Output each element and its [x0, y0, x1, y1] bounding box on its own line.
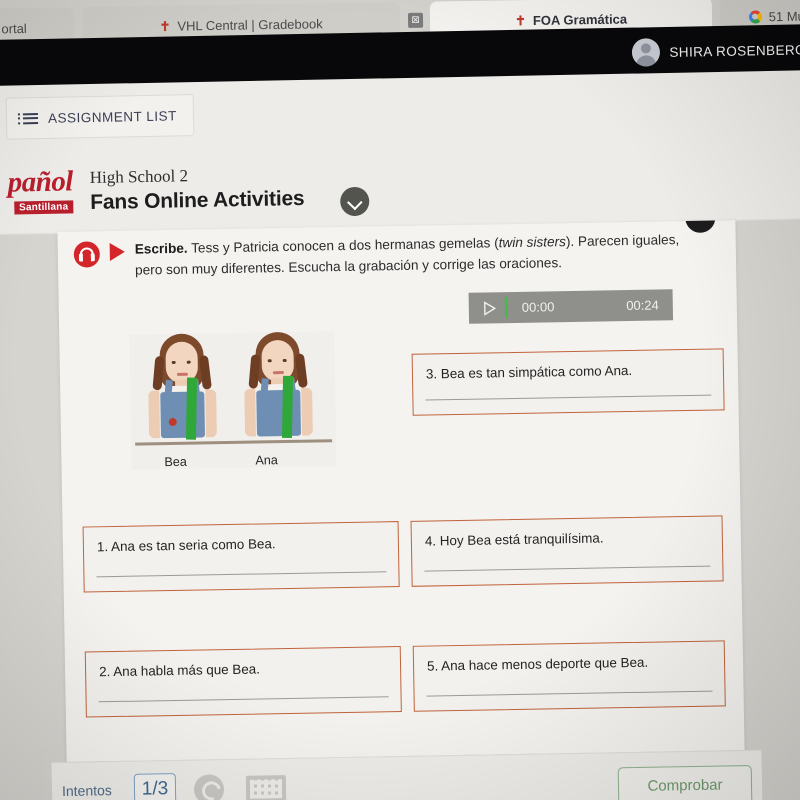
brand-publisher-label: Santillana	[13, 199, 74, 215]
answer-question-3: 3. Bea es tan simpática como Ana.	[425, 362, 633, 382]
play-triangle-icon[interactable]	[109, 242, 125, 262]
answer-box-5[interactable]: 5. Ana hace menos deporte que Bea.	[412, 640, 726, 712]
answer-box-2[interactable]: 2. Ana habla más que Bea.	[84, 646, 402, 718]
instruction-lead: Escribe.	[134, 240, 188, 257]
answer-input-2[interactable]	[98, 695, 389, 703]
attempts-count: 1/3	[133, 773, 177, 800]
audio-player[interactable]: 00:00 00:24	[468, 289, 674, 324]
photo-label-ana: Ana	[255, 453, 278, 468]
answer-question-5: 5. Ana hace menos deporte que Bea.	[426, 654, 649, 674]
browser-tab-label: VHL Central | Gradebook	[177, 15, 323, 34]
google-icon	[748, 9, 762, 24]
list-icon	[22, 112, 39, 124]
play-icon[interactable]	[483, 300, 497, 316]
card-edge-right	[771, 747, 775, 800]
reset-icon[interactable]	[193, 774, 225, 800]
chevron-down-icon[interactable]	[339, 186, 370, 217]
brand-wordmark: pañol	[7, 165, 74, 199]
answer-input-5[interactable]	[426, 690, 713, 697]
submit-button[interactable]: Comprobar	[617, 764, 753, 800]
close-icon[interactable]: ⊠	[407, 12, 424, 28]
photo-label-bea: Bea	[164, 454, 188, 470]
headphones-icon	[73, 241, 101, 268]
audio-total-time: 00:24	[626, 297, 659, 314]
screenshot-photo: ortal ✝ VHL Central | Gradebook ⊠ ✝ FOA …	[0, 0, 800, 800]
keyboard-icon[interactable]	[245, 775, 287, 800]
answer-question-4: 4. Hoy Bea está tranquilísima.	[424, 530, 604, 549]
attempts-label: Intentos	[61, 782, 112, 800]
instruction-italic: twin sisters	[498, 234, 567, 251]
girl-ana-illustration	[241, 331, 315, 441]
brand-logo: pañol Santillana	[0, 165, 74, 216]
browser-tab-label: ortal	[1, 20, 27, 36]
browser-tab-label: FOA Gramática	[532, 11, 628, 28]
audio-current-time: 00:00	[521, 299, 555, 315]
user-menu[interactable]: SHIRA ROSENBERG	[632, 35, 800, 67]
girl-bea-illustration	[145, 333, 219, 442]
course-name: High School 2	[89, 166, 189, 188]
answer-question-1: 1. Ana es tan seria como Bea.	[96, 536, 276, 555]
vhl-icon: ✝	[514, 12, 527, 28]
page-title: Fans Online Activities	[90, 186, 305, 215]
assignment-list-button[interactable]: ASSIGNMENT LIST	[5, 94, 195, 140]
answer-input-1[interactable]	[96, 570, 387, 578]
instruction-text: Escribe. Tess y Patricia conocen a dos h…	[135, 229, 706, 281]
answer-question-2: 2. Ana habla más que Bea.	[98, 661, 261, 680]
answer-box-4[interactable]: 4. Hoy Bea está tranquilísima.	[410, 515, 724, 587]
vhl-icon: ✝	[159, 18, 171, 34]
card-edge-left	[39, 749, 43, 800]
assignment-list-label: ASSIGNMENT LIST	[47, 107, 177, 126]
answer-input-4[interactable]	[424, 565, 711, 572]
browser-tab-label: 51 Muy	[768, 8, 800, 24]
instruction-row: Escribe. Tess y Patricia conocen a dos h…	[73, 228, 721, 281]
user-name-label: SHIRA ROSENBERG	[669, 41, 800, 60]
answer-box-3[interactable]: 3. Bea es tan simpática como Ana.	[411, 348, 725, 416]
activity-card: Escribe. Tess y Patricia conocen a dos h…	[57, 220, 745, 762]
audio-scrubber[interactable]	[504, 297, 508, 319]
twins-photo: Bea Ana	[129, 331, 337, 470]
instruction-part1: Tess y Patricia conocen a dos hermanas g…	[187, 235, 499, 256]
answer-input-3[interactable]	[425, 394, 712, 401]
answer-box-1[interactable]: 1. Ana es tan seria como Bea.	[82, 521, 400, 593]
user-avatar-icon	[632, 38, 661, 67]
